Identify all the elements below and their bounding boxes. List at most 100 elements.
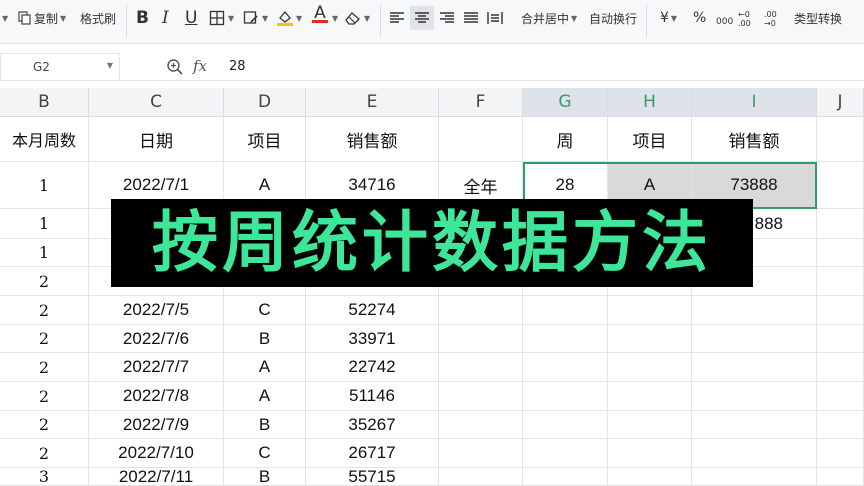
- font-color-dropdown[interactable]: ▼: [330, 6, 338, 30]
- decimal-decrease-button[interactable]: .00 →0: [764, 7, 786, 31]
- cell-empty[interactable]: [692, 353, 817, 382]
- cell-empty[interactable]: [692, 382, 817, 411]
- clear-button[interactable]: ▼: [344, 6, 370, 30]
- cell-week[interactable]: 3: [0, 468, 89, 486]
- cell-summary-header-week[interactable]: 周: [523, 117, 608, 162]
- cell-week[interactable]: 1: [0, 209, 89, 239]
- cell-empty[interactable]: [439, 117, 523, 162]
- column-header-c[interactable]: C: [89, 88, 224, 117]
- cell-empty[interactable]: [817, 382, 864, 411]
- cell-empty[interactable]: [692, 468, 817, 486]
- cell-item[interactable]: C: [224, 439, 306, 468]
- cell-empty[interactable]: [523, 468, 608, 486]
- fill-color-button[interactable]: ▼: [276, 6, 302, 30]
- column-header-f[interactable]: F: [439, 88, 523, 117]
- cell-header-item[interactable]: 项目: [224, 117, 306, 162]
- cell-empty[interactable]: [692, 411, 817, 439]
- cell-week[interactable]: 2: [0, 382, 89, 411]
- column-header-e[interactable]: E: [306, 88, 439, 117]
- cell-empty[interactable]: [692, 439, 817, 468]
- currency-button[interactable]: ¥ ▼: [660, 6, 677, 30]
- cell-empty[interactable]: [439, 439, 523, 468]
- cell-sales[interactable]: 26717: [306, 439, 439, 468]
- font-color-button[interactable]: A: [312, 5, 328, 30]
- zoom-icon[interactable]: [166, 58, 184, 80]
- cell-week[interactable]: 2: [0, 296, 89, 325]
- cell-sales[interactable]: 51146: [306, 382, 439, 411]
- cell-empty[interactable]: [523, 353, 608, 382]
- cell-empty[interactable]: [608, 325, 692, 353]
- cell-empty[interactable]: [692, 325, 817, 353]
- merge-center-button[interactable]: 合并居中 ▼: [521, 6, 577, 30]
- cell-item[interactable]: A: [224, 353, 306, 382]
- cell-empty[interactable]: [523, 439, 608, 468]
- cell-empty[interactable]: [817, 239, 864, 267]
- align-left-button[interactable]: [388, 6, 406, 30]
- underline-button[interactable]: U: [185, 6, 197, 30]
- cell-week[interactable]: 2: [0, 411, 89, 439]
- cell-sales[interactable]: 22742: [306, 353, 439, 382]
- cell-empty[interactable]: [608, 382, 692, 411]
- cell-date[interactable]: 2022/7/7: [89, 353, 224, 382]
- cell-week[interactable]: 1: [0, 162, 89, 209]
- cell-empty[interactable]: [523, 382, 608, 411]
- cell-empty[interactable]: [439, 353, 523, 382]
- cell-empty[interactable]: [817, 296, 864, 325]
- cell-item[interactable]: C: [224, 296, 306, 325]
- cell-empty[interactable]: [608, 439, 692, 468]
- distributed-button[interactable]: [486, 6, 504, 30]
- column-header-d[interactable]: D: [224, 88, 306, 117]
- cell-item[interactable]: B: [224, 468, 306, 486]
- cell-empty[interactable]: [608, 353, 692, 382]
- cell-week[interactable]: 2: [0, 439, 89, 468]
- formula-input[interactable]: 28: [229, 59, 246, 74]
- cell-empty[interactable]: [817, 439, 864, 468]
- cell-empty[interactable]: [817, 162, 864, 209]
- cell-empty[interactable]: [523, 411, 608, 439]
- cell-date[interactable]: 2022/7/5: [89, 296, 224, 325]
- cell-item[interactable]: A: [224, 382, 306, 411]
- bold-button[interactable]: B: [136, 6, 149, 30]
- cell-empty[interactable]: [439, 382, 523, 411]
- italic-button[interactable]: I: [162, 6, 169, 30]
- cell-empty[interactable]: [608, 296, 692, 325]
- cell-empty[interactable]: [817, 209, 864, 239]
- cell-date[interactable]: 2022/7/9: [89, 411, 224, 439]
- cell-empty[interactable]: [817, 117, 864, 162]
- cell-week[interactable]: 2: [0, 353, 89, 382]
- column-header-j[interactable]: J: [817, 88, 864, 117]
- cell-date[interactable]: 2022/7/11: [89, 468, 224, 486]
- fx-label[interactable]: fx: [193, 57, 207, 75]
- wrap-text-button[interactable]: 自动换行: [589, 6, 637, 30]
- percent-button[interactable]: %: [693, 6, 706, 30]
- align-right-button[interactable]: [438, 6, 456, 30]
- cell-sales[interactable]: 52274: [306, 296, 439, 325]
- cell-empty[interactable]: [817, 325, 864, 353]
- decimal-increase-button[interactable]: ←0 .00: [738, 7, 760, 31]
- column-header-h[interactable]: H: [608, 88, 692, 117]
- cell-header-sales[interactable]: 销售额: [306, 117, 439, 162]
- name-box[interactable]: G2 ▼: [0, 53, 120, 81]
- cell-style-button[interactable]: ▼: [242, 6, 268, 30]
- cell-header-date[interactable]: 日期: [89, 117, 224, 162]
- cell-empty[interactable]: [692, 296, 817, 325]
- justify-button[interactable]: [462, 6, 480, 30]
- cell-empty[interactable]: [523, 296, 608, 325]
- cell-empty[interactable]: [523, 325, 608, 353]
- cell-sales[interactable]: 33971: [306, 325, 439, 353]
- cell-empty[interactable]: [817, 267, 864, 296]
- align-center-button[interactable]: [410, 6, 434, 30]
- cell-empty[interactable]: [439, 411, 523, 439]
- cut-button[interactable]: ▼: [0, 6, 8, 30]
- cell-empty[interactable]: [817, 411, 864, 439]
- format-painter-button[interactable]: 格式刷: [80, 6, 116, 30]
- cell-empty[interactable]: [608, 468, 692, 486]
- cell-item[interactable]: B: [224, 325, 306, 353]
- cell-week[interactable]: 2: [0, 267, 89, 296]
- cell-date[interactable]: 2022/7/6: [89, 325, 224, 353]
- thousands-button[interactable]: 000: [716, 10, 733, 34]
- column-header-i[interactable]: I: [692, 88, 817, 117]
- cell-empty[interactable]: [439, 325, 523, 353]
- cell-summary-header-item[interactable]: 项目: [608, 117, 692, 162]
- cell-week[interactable]: 2: [0, 325, 89, 353]
